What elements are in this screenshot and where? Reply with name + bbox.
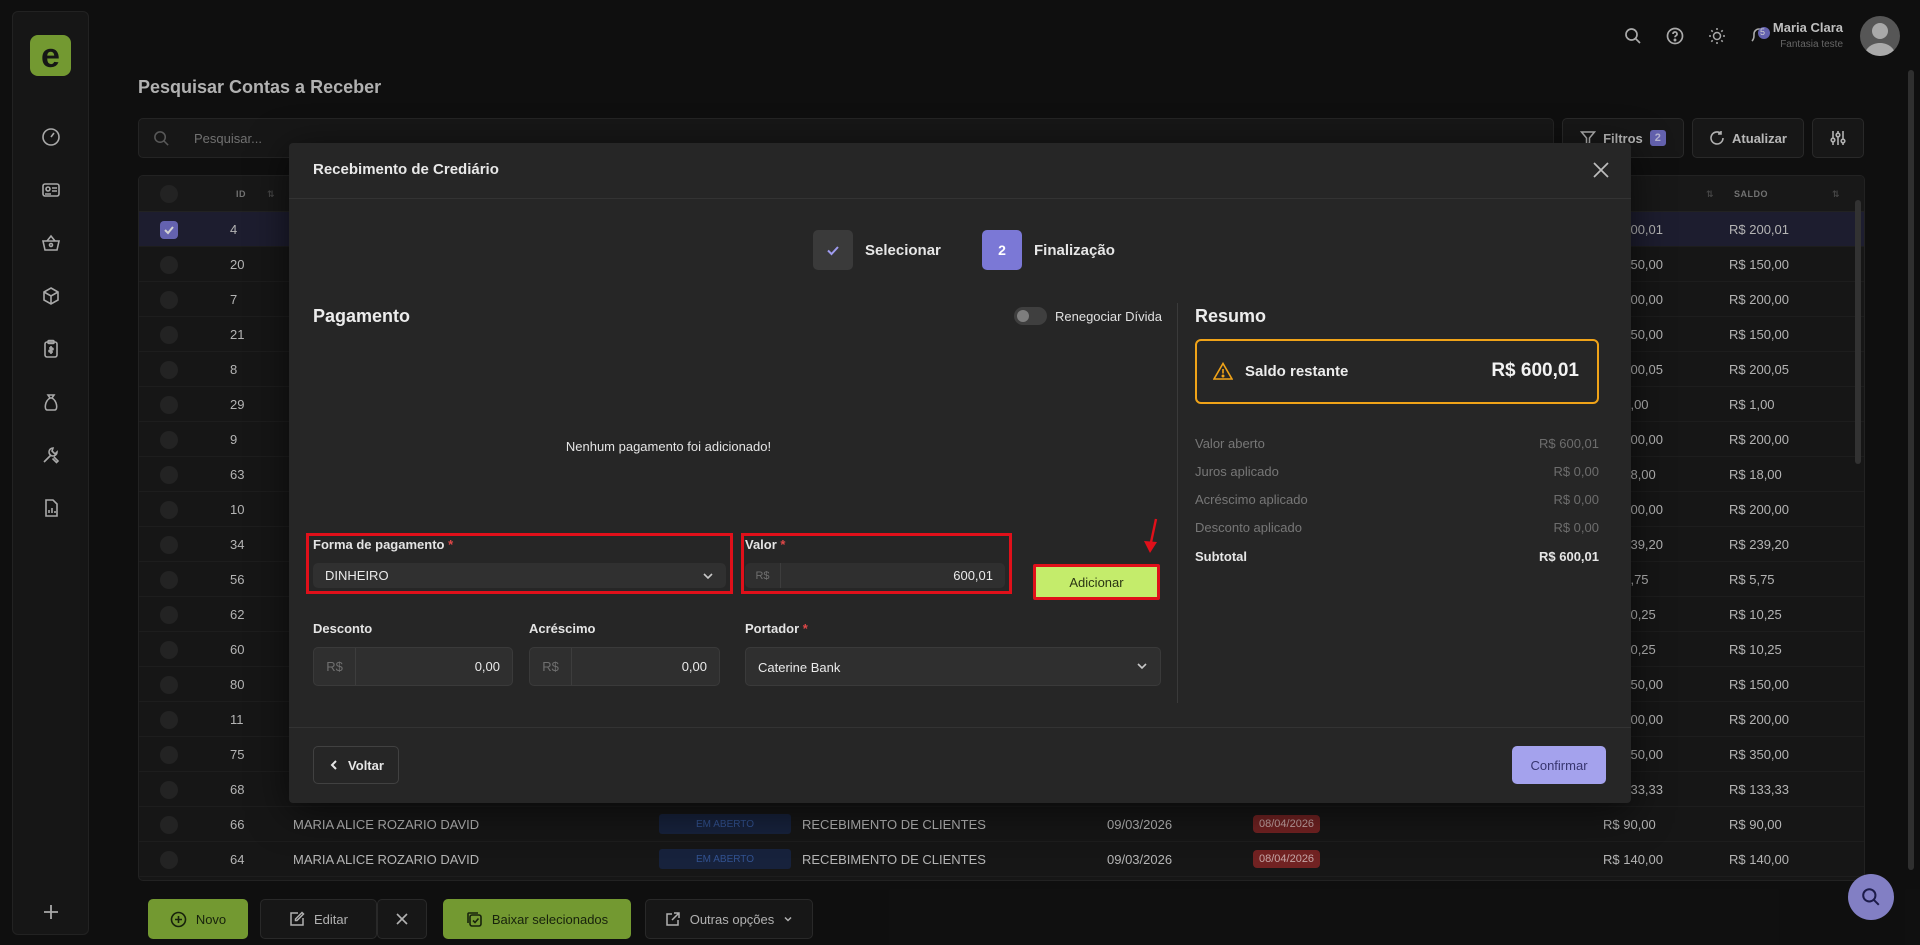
discount-label: Desconto — [313, 621, 373, 636]
carrier-select[interactable]: Caterine Bank — [745, 647, 1161, 686]
check-icon — [813, 230, 853, 270]
value-field[interactable]: R$ 600,01 — [745, 563, 1005, 588]
surcharge-input[interactable]: 0,00 — [682, 659, 707, 674]
value-label: Valor * — [745, 537, 786, 552]
subtotal-label: Subtotal — [1195, 549, 1247, 564]
chevron-down-icon — [702, 570, 714, 582]
summary-row: Desconto aplicado R$ 0,00 — [1195, 520, 1599, 538]
surcharge-label: Acréscimo — [529, 621, 596, 636]
remaining-label: Saldo restante — [1245, 363, 1349, 380]
renegotiate-toggle[interactable] — [1014, 307, 1047, 325]
value-input[interactable]: 600,01 — [953, 568, 993, 583]
summary-label: Valor aberto — [1195, 436, 1265, 451]
modal-header: Recebimento de Crediário — [289, 143, 1631, 199]
surcharge-field[interactable]: R$ 0,00 — [529, 647, 720, 686]
payment-method-select[interactable]: DINHEIRO — [313, 563, 726, 588]
modal-footer — [289, 727, 1631, 803]
step-select[interactable]: Selecionar — [813, 230, 941, 270]
warning-icon — [1213, 362, 1233, 380]
summary-row: Juros aplicado R$ 0,00 — [1195, 464, 1599, 482]
summary-label: Acréscimo aplicado — [1195, 492, 1308, 507]
currency-prefix: R$ — [745, 563, 781, 588]
empty-payments-message: Nenhum pagamento foi adicionado! — [565, 439, 772, 454]
subtotal-row: Subtotal R$ 600,01 — [1195, 549, 1599, 567]
summary-label: Desconto aplicado — [1195, 520, 1302, 535]
discount-input[interactable]: 0,00 — [475, 659, 500, 674]
summary-row: Acréscimo aplicado R$ 0,00 — [1195, 492, 1599, 510]
remaining-balance-card: Saldo restante R$ 600,01 — [1195, 339, 1599, 404]
modal-title: Recebimento de Crediário — [313, 161, 499, 178]
summary-title: Resumo — [1195, 306, 1267, 326]
carrier-value: Caterine Bank — [758, 660, 841, 675]
payment-method-value: DINHEIRO — [325, 568, 389, 583]
summary-row: Valor aberto R$ 600,01 — [1195, 436, 1599, 454]
back-button[interactable]: Voltar — [313, 746, 399, 784]
pointer-arrow-annotation — [1140, 517, 1162, 557]
currency-prefix: R$ — [530, 648, 572, 685]
chevron-left-icon — [330, 760, 337, 770]
step-finalize[interactable]: 2 Finalização — [982, 230, 1115, 270]
step-finalize-label: Finalização — [1034, 241, 1115, 259]
carrier-label: Portador * — [745, 621, 808, 636]
section-divider — [1177, 303, 1178, 703]
payment-method-label: Forma de pagamento * — [313, 537, 454, 552]
payment-title: Pagamento — [313, 306, 411, 326]
back-label: Voltar — [348, 757, 384, 773]
close-icon[interactable] — [1591, 160, 1613, 182]
chevron-down-icon — [1136, 660, 1148, 672]
summary-value: R$ 0,00 — [1553, 520, 1599, 535]
summary-value: R$ 0,00 — [1553, 492, 1599, 507]
discount-field[interactable]: R$ 0,00 — [313, 647, 513, 686]
summary-value: R$ 600,01 — [1539, 436, 1599, 451]
step-select-label: Selecionar — [865, 241, 941, 259]
summary-label: Juros aplicado — [1195, 464, 1279, 479]
remaining-value: R$ 600,01 — [1491, 360, 1579, 381]
confirm-button[interactable]: Confirmar — [1512, 746, 1606, 784]
subtotal-value: R$ 600,01 — [1539, 549, 1599, 564]
currency-prefix: R$ — [314, 648, 356, 685]
add-payment-button[interactable]: Adicionar — [1033, 564, 1160, 600]
credit-receipt-modal: Recebimento de Crediário Selecionar 2 Fi… — [289, 143, 1631, 803]
renegotiate-label: Renegociar Dívida — [1055, 309, 1162, 324]
summary-value: R$ 0,00 — [1553, 464, 1599, 479]
step-number: 2 — [982, 230, 1022, 270]
